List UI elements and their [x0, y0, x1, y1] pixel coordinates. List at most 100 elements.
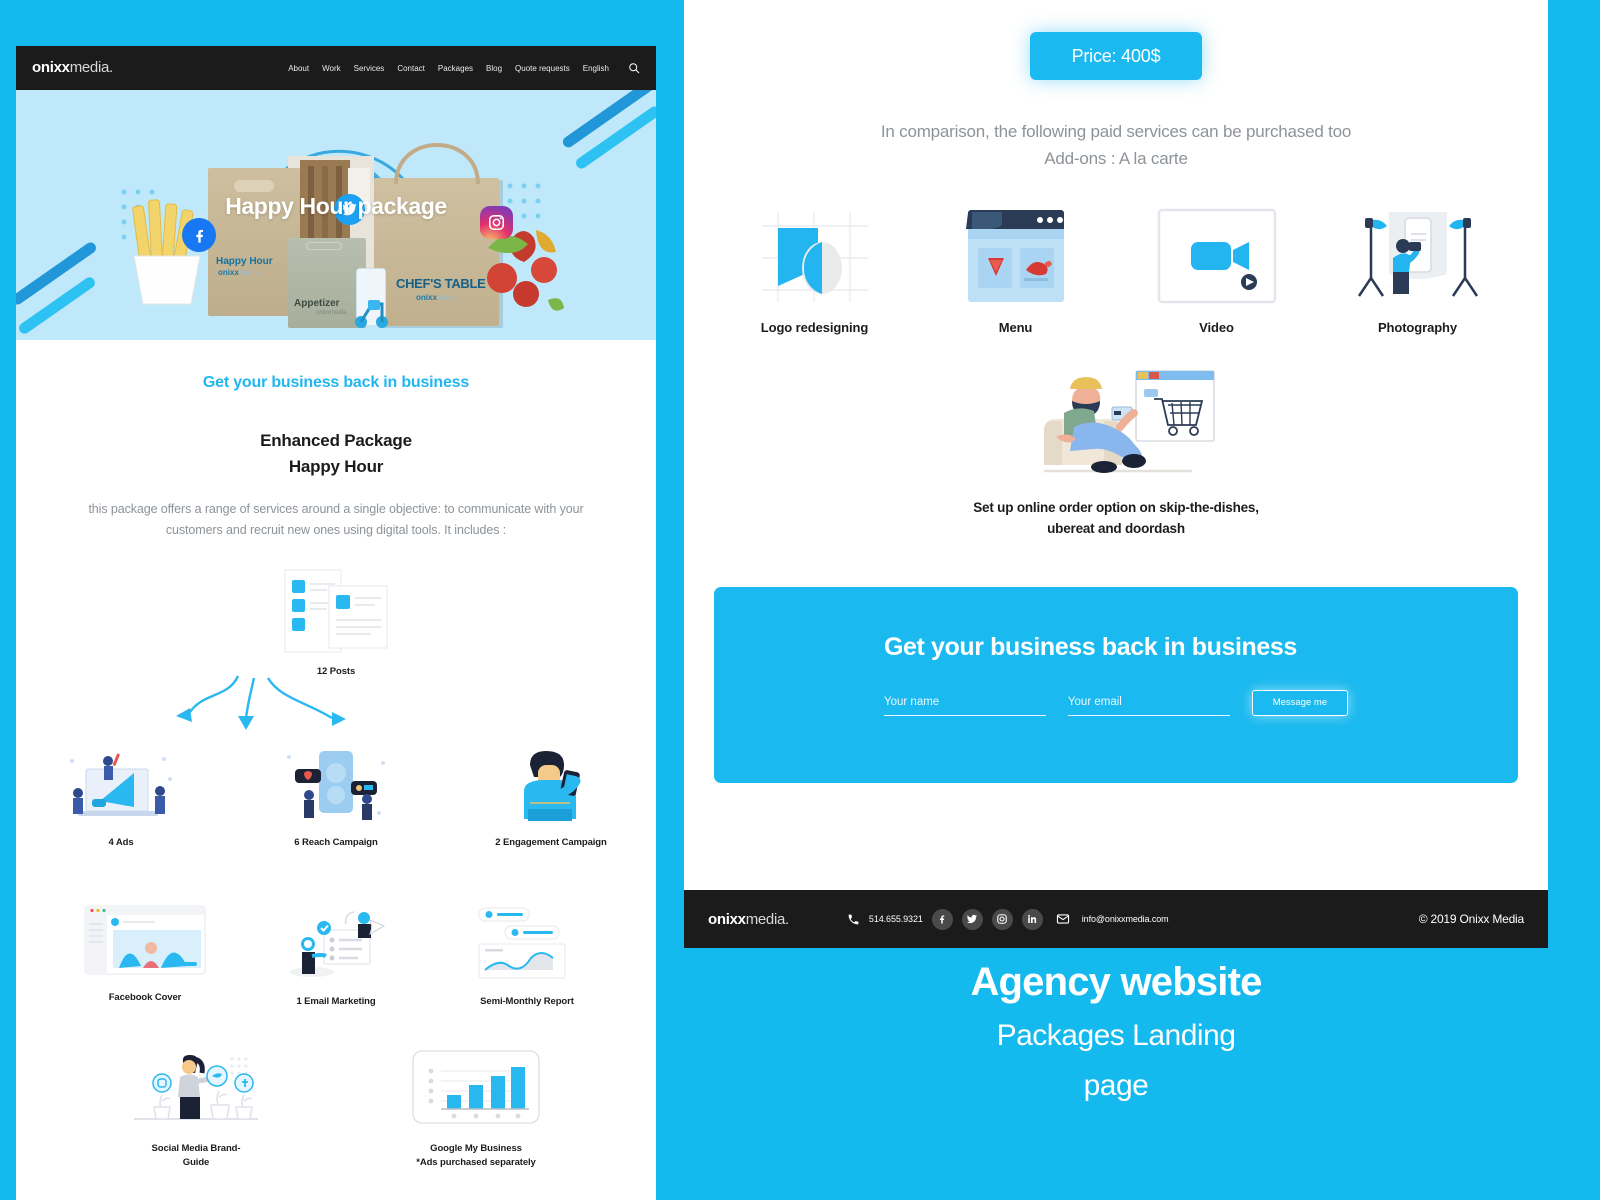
bag-handle-decor: [394, 143, 480, 185]
footer-copyright: © 2019 Onixx Media: [1418, 912, 1524, 926]
addon-art-video: [1149, 206, 1284, 306]
package-title-line2: Happy Hour: [288, 456, 384, 476]
intro-kicker: Get your business back in business: [202, 374, 470, 391]
hub-child-engagement: 2 Engagement Campaign: [466, 743, 636, 850]
deliverable-semi-monthly-report: Semi-Monthly Report: [442, 904, 612, 1009]
scooter-icon: [355, 300, 388, 328]
price-button[interactable]: Price: 400$: [1030, 32, 1202, 80]
brand-guide-label-line2: Guide: [182, 1156, 210, 1168]
ads-megaphone-icon: [70, 753, 172, 817]
deliverable-label-semi-monthly-report: Semi-Monthly Report: [480, 996, 574, 1008]
stripe-decor-bl1: [16, 240, 99, 307]
hub-child-label-ads: 4 Ads: [108, 837, 134, 849]
footer-phone[interactable]: 514.655.9321: [869, 914, 923, 924]
footer-email[interactable]: info@onixxmedia.com: [1082, 914, 1169, 924]
google-my-business-icon: [412, 1050, 540, 1124]
search-icon[interactable]: [628, 62, 640, 74]
addon-photography: Photography: [1350, 206, 1485, 335]
addons-list: Logo redesigning Menu Video Photography: [684, 206, 1548, 335]
footer-brand-secondary: media.: [745, 910, 790, 928]
nav-item-english[interactable]: English: [583, 64, 609, 73]
hero-title: Happy Hour package: [225, 193, 447, 219]
deliverable-email-marketing: 1 Email Marketing: [251, 904, 421, 1009]
twitter-icon[interactable]: [961, 908, 983, 930]
addon-label-video: Video: [1199, 320, 1234, 336]
nav-item-packages[interactable]: Packages: [438, 64, 473, 73]
footer-contact-group: 514.655.9321 info@onixxmedia.com: [847, 908, 1169, 930]
posts-icon: [284, 569, 388, 653]
deliverables-hub: 12 Posts 4 Ads 6 Reach Campaign 2 Engage…: [16, 568, 656, 868]
addon-art-photography: [1350, 206, 1485, 306]
brand-logo-secondary: media.: [69, 59, 114, 76]
footer-brand-primary: onixx: [708, 910, 746, 928]
deliverable-label-facebook-cover: Facebook Cover: [108, 992, 182, 1004]
online-shopping-icon: [1044, 370, 1215, 474]
addon-art-menu: [948, 206, 1083, 306]
nav-item-quote-requests[interactable]: Quote requests: [515, 64, 570, 73]
nav-item-contact[interactable]: Contact: [397, 64, 425, 73]
caption-line2: Packages Landing: [996, 1019, 1236, 1052]
addon-menu: Menu: [948, 206, 1083, 335]
addons-intro-line1: In comparison, the following paid servic…: [880, 122, 1352, 141]
facebook-cover-icon: [84, 905, 206, 975]
message-me-button[interactable]: Message me: [1251, 689, 1349, 716]
right-screenshot-panel: Price: 400$ In comparison, the following…: [684, 0, 1548, 948]
engagement-campaign-icon: [524, 751, 581, 822]
brand-logo[interactable]: onixxmedia.: [32, 59, 113, 77]
addon-label-logo-redesigning: Logo redesigning: [760, 320, 869, 336]
menu-browser-icon: [965, 210, 1064, 303]
brand-guide-label-line1: Social Media Brand-: [151, 1143, 241, 1155]
deliverables-row-1: Facebook Cover 1 Email Marketing Semi-Mo…: [16, 904, 656, 1009]
package-title: Enhanced Package Happy Hour: [60, 428, 612, 479]
caption-line1: Agency website: [970, 960, 1262, 1004]
linkedin-icon[interactable]: [1021, 908, 1043, 930]
name-field-wrapper: [884, 692, 1046, 716]
online-order-block: Set up online order option on skip-the-d…: [684, 367, 1548, 539]
addon-label-menu: Menu: [998, 320, 1033, 336]
phone-icon: [848, 914, 859, 924]
hub-root: 12 Posts: [16, 568, 656, 679]
email-input[interactable]: [1067, 695, 1230, 716]
cta-form: Message me: [884, 689, 1349, 716]
footer-brand-logo[interactable]: onixxmedia.: [708, 911, 789, 928]
page-root: onixxmedia. About Work Services Contact …: [0, 0, 1600, 1200]
addon-art-logo: [747, 206, 882, 306]
instagram-icon[interactable]: [991, 908, 1013, 930]
footer: onixxmedia. 514.655.9321 info@onixxmedia…: [684, 890, 1548, 948]
caption-line3: page: [1083, 1069, 1149, 1102]
hub-child-label-engagement: 2 Engagement Campaign: [495, 837, 607, 849]
package-description: this package offers a range of services …: [88, 502, 584, 537]
email-marketing-icon: [290, 911, 386, 978]
nav-item-services[interactable]: Services: [354, 64, 385, 73]
addon-video: Video: [1149, 206, 1284, 335]
gmb-label-line1: Google My Business: [430, 1143, 522, 1155]
nav-item-blog[interactable]: Blog: [486, 64, 502, 73]
photo-studio-icon: [1357, 212, 1478, 298]
deliverable-label-email-marketing: 1 Email Marketing: [296, 996, 376, 1008]
hero-banner: Happy Hour onixxmedia. CHEF'S TABLE onix…: [16, 90, 656, 340]
video-camera-icon: [1157, 209, 1276, 304]
nav-item-about[interactable]: About: [288, 64, 309, 73]
hub-child-reach: 6 Reach Campaign: [251, 743, 421, 850]
hub-child-ads: 4 Ads: [36, 743, 206, 850]
gmb-label-line2: *Ads purchased separately: [416, 1156, 536, 1168]
logo-design-icon: [761, 212, 868, 303]
intro-section: Get your business back in business Enhan…: [16, 340, 656, 540]
nav-item-work[interactable]: Work: [322, 64, 341, 73]
brand-logo-primary: onixx: [32, 59, 70, 76]
addon-label-photography: Photography: [1377, 320, 1458, 336]
facebook-icon[interactable]: [931, 908, 953, 930]
happy-hour-bag-image: Happy Hour onixxmedia.: [208, 168, 300, 316]
cta-title: Get your business back in business: [884, 632, 1297, 661]
mail-icon: [1056, 914, 1069, 924]
deliverables-row-2: Social Media Brand- Guide Google My Busi…: [16, 1049, 656, 1170]
bottom-caption: Agency website Packages Landing page: [684, 960, 1548, 1103]
name-input[interactable]: [884, 695, 1046, 716]
hub-child-label-reach: 6 Reach Campaign: [294, 837, 378, 849]
deliverable-brand-guide: Social Media Brand- Guide: [101, 1049, 291, 1170]
left-screenshot-panel: onixxmedia. About Work Services Contact …: [16, 46, 656, 1200]
hub-children: 4 Ads 6 Reach Campaign 2 Engagement Camp…: [36, 743, 636, 850]
social-brand-guide-icon: [134, 1055, 258, 1121]
deliverable-label-google-my-business: Google My Business *Ads purchased separa…: [381, 1142, 571, 1170]
facebook-icon: [182, 218, 216, 252]
